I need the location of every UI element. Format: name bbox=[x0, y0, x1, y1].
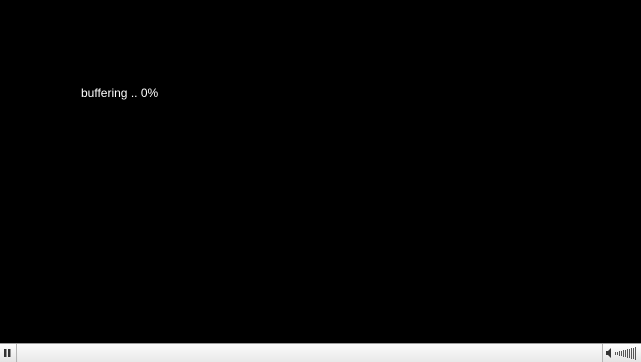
volume-level-icon bbox=[606, 347, 636, 360]
buffering-status: buffering .. 0% bbox=[81, 86, 159, 100]
player-control-bar bbox=[0, 343, 641, 362]
pause-icon bbox=[4, 349, 11, 357]
seek-bar[interactable] bbox=[18, 344, 602, 362]
video-area[interactable]: buffering .. 0% bbox=[0, 0, 641, 343]
volume-control[interactable] bbox=[602, 344, 641, 362]
speaker-icon bbox=[606, 348, 611, 358]
video-player: buffering .. 0% bbox=[0, 0, 641, 362]
pause-button[interactable] bbox=[0, 344, 17, 362]
seek-track bbox=[18, 344, 602, 362]
